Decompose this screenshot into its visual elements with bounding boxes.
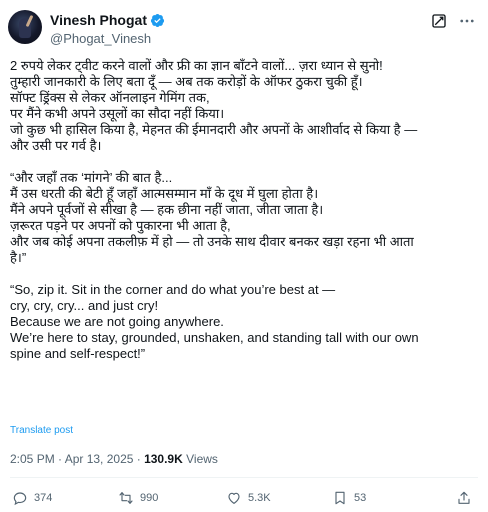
reply-button[interactable]: 374: [12, 490, 52, 506]
tweet-text: 2 रुपये लेकर ट्वीट करने वालों और फ्री का…: [10, 58, 478, 362]
grok-icon[interactable]: [430, 12, 448, 30]
divider: [10, 477, 478, 478]
views-count: 130.9K: [144, 452, 183, 466]
tweet-line: और उसी पर गर्व है।: [10, 138, 102, 153]
post-meta: 2:05 PM · Apr 13, 2025 · 130.9K Views: [10, 452, 218, 466]
tweet-line: We’re here to stay, grounded, unshaken, …: [10, 330, 419, 345]
author-name-row: Vinesh Phogat: [50, 12, 165, 28]
tweet-line: cry, cry, cry... and just cry!: [10, 298, 159, 313]
tweet-line: Because we are not going anywhere.: [10, 314, 224, 329]
repost-button[interactable]: 990: [118, 490, 158, 506]
action-bar: 374 990 5.3K 53: [0, 486, 488, 510]
tweet-line: ज़रूरत पड़ने पर अपनों को पुकारना भी आता …: [10, 218, 231, 233]
reply-icon: [13, 492, 27, 506]
tweet-line: है।”: [10, 250, 27, 265]
tweet-line: मैं उस धरती की बेटी हूँ जहाँ आत्मसम्मान …: [10, 186, 319, 201]
repost-count: 990: [140, 492, 159, 504]
repost-icon: [119, 492, 133, 504]
bookmark-button[interactable]: 53: [332, 490, 366, 506]
author-name[interactable]: Vinesh Phogat: [50, 12, 147, 28]
bookmark-count: 53: [354, 492, 367, 504]
author-handle[interactable]: @Phogat_Vinesh: [50, 31, 151, 46]
translate-link[interactable]: Translate post: [10, 425, 73, 436]
like-count: 5.3K: [248, 492, 271, 504]
heart-icon: [228, 492, 240, 504]
tweet-line: और जब कोई अपना तकलीफ़ में हो — तो उनके स…: [10, 234, 414, 249]
tweet-card: Vinesh Phogat @Phogat_Vinesh 2 रुपये लेक…: [0, 0, 488, 512]
tweet-line: “So, zip it. Sit in the corner and do wh…: [10, 282, 336, 297]
reply-count: 374: [34, 492, 53, 504]
share-icon: [458, 491, 470, 504]
tweet-line: सॉफ्ट ड्रिंक्स से लेकर ऑनलाइन गेमिंग तक,: [10, 90, 210, 105]
tweet-line: 2 रुपये लेकर ट्वीट करने वालों और फ्री का…: [10, 58, 383, 73]
tweet-line: पर मैंने कभी अपने उसूलों का सौदा नहीं कि…: [10, 106, 225, 121]
tweet-line: “और जहाँ तक ‘मांगने’ की बात है...: [10, 170, 173, 185]
more-options-icon[interactable]: [458, 12, 476, 30]
top-actions: [420, 12, 476, 30]
share-button[interactable]: [456, 490, 478, 506]
like-button[interactable]: 5.3K: [226, 490, 271, 506]
tweet-line: तुम्हारी जानकारी के लिए बता दूँ — अब तक …: [10, 74, 363, 89]
views-label: Views: [182, 452, 218, 466]
tweet-line: spine and self-respect!”: [10, 346, 146, 361]
avatar[interactable]: [8, 10, 42, 44]
tweet-line: मैंने अपने पूर्वजों से सीखा है — हक छीना…: [10, 202, 324, 217]
tweet-line: जो कुछ भी हासिल किया है, मेहनत की ईमानदा…: [10, 122, 418, 137]
bookmark-icon: [335, 491, 345, 505]
verified-badge-icon: [150, 13, 165, 27]
post-timestamp[interactable]: 2:05 PM · Apr 13, 2025 ·: [10, 452, 144, 466]
